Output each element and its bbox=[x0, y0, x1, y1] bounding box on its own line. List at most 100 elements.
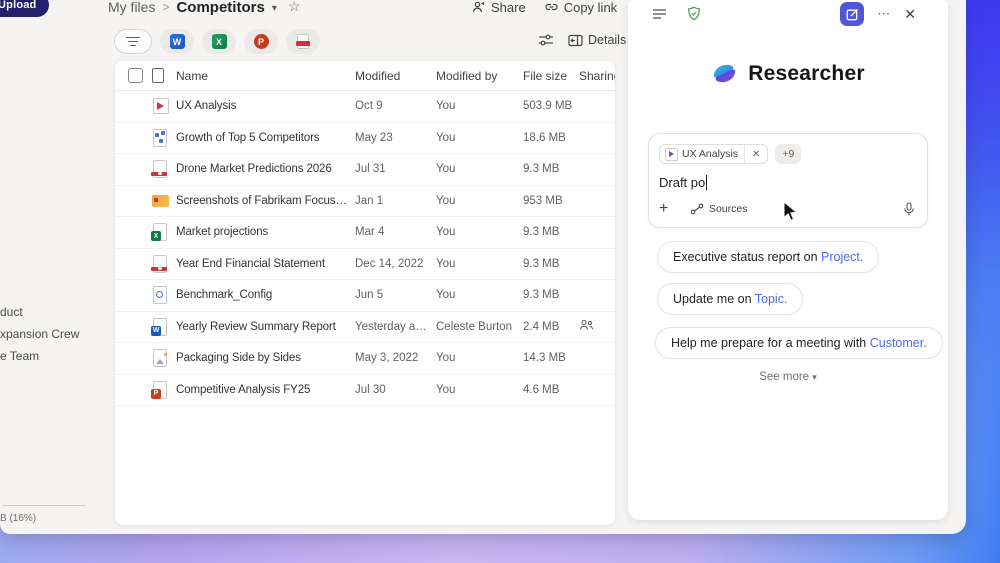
attachment-chip-ux-analysis[interactable]: UX Analysis ✕ bbox=[659, 144, 769, 164]
file-modified-by: You bbox=[436, 226, 456, 239]
table-row[interactable]: UX Analysis Oct 9 You 503.9 MB bbox=[115, 91, 615, 123]
link-icon bbox=[545, 3, 558, 11]
file-modified-by: You bbox=[436, 289, 456, 302]
more-attachments-badge[interactable]: +9 bbox=[775, 144, 802, 164]
sources-label: Sources bbox=[709, 203, 748, 215]
breadcrumb-separator: > bbox=[162, 0, 170, 14]
sidebar-item[interactable]: xpansion Crew bbox=[0, 327, 79, 341]
file-name[interactable]: UX Analysis bbox=[176, 100, 355, 112]
file-name[interactable]: Packaging Side by Sides bbox=[176, 352, 355, 364]
share-button[interactable]: Share bbox=[472, 0, 526, 15]
chevron-down-icon[interactable]: ▾ bbox=[272, 3, 277, 14]
file-type-column-icon[interactable] bbox=[152, 68, 164, 83]
breadcrumb-my-files[interactable]: My files bbox=[108, 0, 155, 15]
file-table-body: UX Analysis Oct 9 You 503.9 MB Growth of… bbox=[115, 91, 615, 406]
file-name[interactable]: Competitive Analysis FY25 bbox=[176, 384, 355, 396]
sources-button[interactable]: Sources bbox=[690, 203, 748, 215]
file-modified: May 3, 2022 bbox=[355, 352, 419, 365]
file-modified-by: You bbox=[436, 100, 456, 113]
table-row[interactable]: Growth of Top 5 Competitors May 23 You 1… bbox=[115, 123, 615, 154]
copy-link-button[interactable]: Copy link bbox=[544, 0, 617, 15]
panel-close-button[interactable]: ✕ bbox=[904, 6, 916, 23]
video-file-icon bbox=[152, 96, 170, 116]
column-header-name[interactable]: Name bbox=[176, 69, 355, 83]
file-modified: May 23 bbox=[355, 131, 393, 144]
see-more-button[interactable]: See more ▾ bbox=[628, 371, 948, 383]
file-modified: Dec 14, 2022 bbox=[355, 257, 424, 270]
add-attachment-button[interactable]: + bbox=[659, 200, 677, 218]
researcher-logo-icon bbox=[714, 64, 736, 83]
powerpoint-filter-pill[interactable]: P bbox=[244, 29, 278, 54]
chat-list-icon[interactable] bbox=[652, 8, 667, 20]
share-label: Share bbox=[491, 0, 526, 15]
shield-check-icon[interactable] bbox=[687, 6, 701, 21]
suggestion-meeting-prep[interactable]: Help me prepare for a meeting with Custo… bbox=[655, 327, 943, 359]
screenshots-file-icon bbox=[152, 191, 170, 211]
file-name[interactable]: Year End Financial Statement bbox=[176, 258, 355, 270]
pdf-filter-pill[interactable] bbox=[286, 29, 320, 54]
file-size: 4.6 MB bbox=[523, 383, 560, 396]
file-size: 9.3 MB bbox=[523, 163, 560, 176]
microphone-button[interactable] bbox=[903, 201, 915, 217]
pdf-icon bbox=[296, 34, 310, 49]
researcher-panel-header: ⋯ ✕ bbox=[628, 0, 948, 30]
sources-link-icon bbox=[690, 203, 704, 215]
sidebar-item[interactable]: duct bbox=[0, 305, 23, 319]
details-button[interactable]: Details bbox=[568, 33, 626, 47]
attachment-chip-row: UX Analysis ✕ +9 bbox=[659, 144, 917, 164]
upload-button[interactable]: Upload bbox=[0, 0, 50, 17]
file-name[interactable]: Screenshots of Fabrikam Focus App bbox=[176, 195, 355, 207]
powerpoint-file-icon: P bbox=[151, 380, 170, 400]
prompt-input[interactable]: Draft po bbox=[659, 175, 917, 190]
sidebar-divider bbox=[2, 505, 85, 506]
table-row[interactable]: Screenshots of Fabrikam Focus App Jan 1 … bbox=[115, 186, 615, 217]
table-row[interactable]: Year End Financial Statement Dec 14, 202… bbox=[115, 249, 615, 280]
excel-icon: X bbox=[211, 34, 227, 49]
onedrive-window: Upload duct xpansion Crew e Team B (16%)… bbox=[0, 0, 966, 534]
word-icon: W bbox=[169, 34, 185, 49]
table-row[interactable]: Benchmark_Config Jun 5 You 9.3 MB bbox=[115, 280, 615, 312]
suggestion-update-me[interactable]: Update me on Topic. bbox=[657, 283, 804, 315]
filter-filter-pill[interactable] bbox=[114, 29, 152, 54]
excel-file-icon: X bbox=[151, 222, 170, 242]
panel-more-button[interactable]: ⋯ bbox=[877, 6, 891, 22]
column-header-modified[interactable]: Modified bbox=[355, 69, 436, 83]
file-name[interactable]: Growth of Top 5 Competitors bbox=[176, 132, 355, 144]
sidebar-item[interactable]: e Team bbox=[0, 349, 39, 363]
table-row[interactable]: W Yearly Review Summary Report Yesterday… bbox=[115, 312, 615, 343]
table-row[interactable]: P Competitive Analysis FY25 Jul 30 You 4… bbox=[115, 375, 615, 406]
column-header-file-size[interactable]: File size bbox=[523, 69, 579, 83]
file-name[interactable]: Yearly Review Summary Report bbox=[176, 321, 355, 333]
file-modified: Oct 9 bbox=[355, 100, 383, 113]
config-file-icon bbox=[152, 285, 170, 305]
excel-filter-pill[interactable]: X bbox=[202, 29, 236, 54]
text-caret bbox=[706, 175, 708, 190]
file-name[interactable]: Drone Market Predictions 2026 bbox=[176, 163, 355, 175]
file-name[interactable]: Market projections bbox=[176, 226, 355, 238]
powerpoint-icon: P bbox=[253, 34, 269, 49]
file-modified: Jan 1 bbox=[355, 194, 384, 207]
table-row[interactable]: X Market projections Mar 4 You 9.3 MB bbox=[115, 217, 615, 249]
word-file-icon: W bbox=[151, 317, 170, 337]
share-icon bbox=[472, 1, 484, 13]
storage-usage-label: B (16%) bbox=[0, 513, 37, 524]
file-modified-by: Celeste Burton bbox=[436, 320, 513, 333]
chip-remove-icon[interactable]: ✕ bbox=[745, 149, 767, 160]
file-modified: Yesterday at 5:4... bbox=[355, 320, 436, 333]
select-all-checkbox[interactable] bbox=[128, 68, 143, 83]
sort-filter-sliders-icon[interactable] bbox=[538, 33, 554, 47]
word-filter-pill[interactable]: W bbox=[160, 29, 194, 54]
table-row[interactable]: Packaging Side by Sides May 3, 2022 You … bbox=[115, 343, 615, 375]
file-modified: Jun 5 bbox=[355, 289, 384, 302]
new-chat-button[interactable] bbox=[840, 2, 865, 26]
file-name[interactable]: Benchmark_Config bbox=[176, 289, 355, 301]
column-header-modified-by[interactable]: Modified by bbox=[436, 69, 523, 83]
suggestion-executive-status[interactable]: Executive status report on Project. bbox=[657, 241, 880, 273]
table-row[interactable]: Drone Market Predictions 2026 Jul 31 You… bbox=[115, 154, 615, 186]
file-modified-by: You bbox=[436, 383, 456, 396]
favorite-star-icon[interactable]: ☆ bbox=[288, 0, 301, 15]
column-header-sharing[interactable]: Sharing bbox=[579, 69, 615, 83]
breadcrumb-current-folder[interactable]: Competitors bbox=[176, 0, 264, 16]
file-modified: Jul 30 bbox=[355, 383, 386, 396]
file-size: 14.3 MB bbox=[523, 352, 566, 365]
